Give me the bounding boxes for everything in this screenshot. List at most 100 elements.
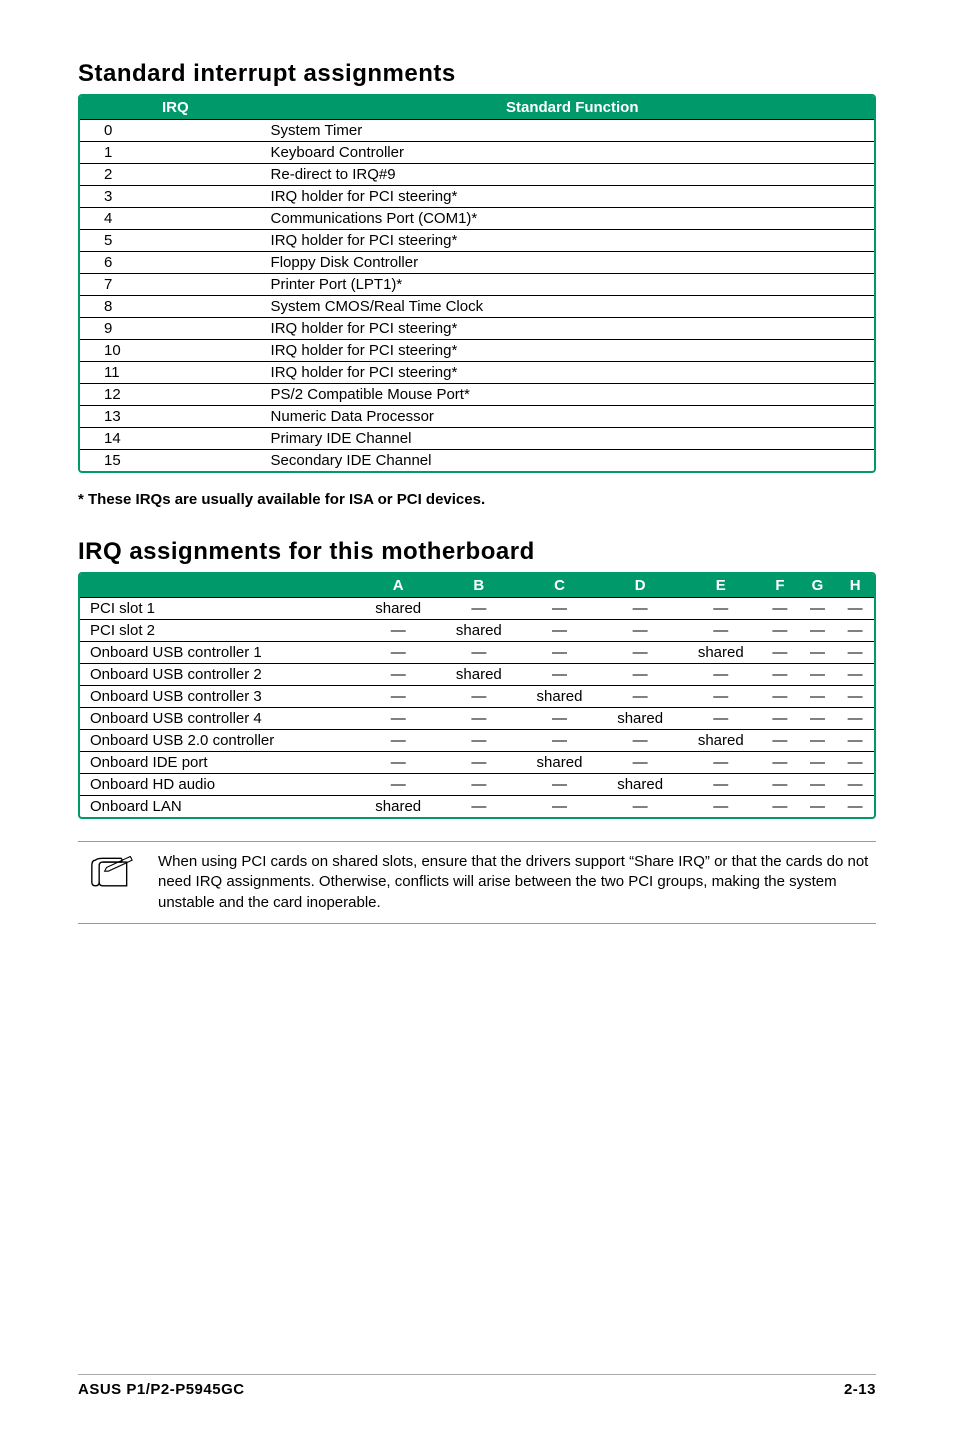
- cell-function: Secondary IDE Channel: [271, 450, 874, 472]
- table-standard-interrupt: IRQ Standard Function 0System Timer1Keyb…: [80, 96, 874, 471]
- table-row: 9IRQ holder for PCI steering*: [80, 318, 874, 340]
- cell-function: Numeric Data Processor: [271, 406, 874, 428]
- cell-value: —: [358, 752, 439, 774]
- cell-function: Floppy Disk Controller: [271, 252, 874, 274]
- th-col-g: G: [799, 574, 837, 598]
- table-row: Onboard USB 2.0 controller————shared———: [80, 730, 874, 752]
- table-row: 0System Timer: [80, 120, 874, 142]
- cell-value: —: [761, 774, 799, 796]
- cell-value: —: [439, 796, 520, 818]
- cell-value: —: [439, 708, 520, 730]
- cell-function: IRQ holder for PCI steering*: [271, 340, 874, 362]
- cell-value: —: [519, 796, 600, 818]
- cell-device-name: Onboard LAN: [80, 796, 358, 818]
- th-col-f: F: [761, 574, 799, 598]
- cell-value: —: [600, 752, 681, 774]
- cell-value: —: [439, 730, 520, 752]
- cell-value: —: [799, 620, 837, 642]
- cell-value: —: [836, 642, 874, 664]
- cell-value: —: [680, 664, 761, 686]
- cell-value: —: [799, 598, 837, 620]
- cell-value: —: [799, 642, 837, 664]
- cell-irq: 0: [80, 120, 271, 142]
- table-row: Onboard USB controller 4———shared————: [80, 708, 874, 730]
- cell-value: —: [761, 796, 799, 818]
- page-footer: ASUS P1/P2-P5945GC 2-13: [78, 1374, 876, 1398]
- th-col-d: D: [600, 574, 681, 598]
- cell-value: —: [600, 686, 681, 708]
- cell-irq: 5: [80, 230, 271, 252]
- cell-value: —: [358, 664, 439, 686]
- paper-pencil-icon: [90, 856, 134, 890]
- cell-value: —: [680, 796, 761, 818]
- table-row: 6Floppy Disk Controller: [80, 252, 874, 274]
- table-row: 10IRQ holder for PCI steering*: [80, 340, 874, 362]
- cell-value: —: [680, 620, 761, 642]
- th-standard-function: Standard Function: [271, 96, 874, 120]
- cell-value: shared: [439, 664, 520, 686]
- cell-value: shared: [519, 686, 600, 708]
- cell-function: IRQ holder for PCI steering*: [271, 318, 874, 340]
- cell-value: —: [680, 598, 761, 620]
- table-row: 7Printer Port (LPT1)*: [80, 274, 874, 296]
- cell-value: —: [799, 686, 837, 708]
- cell-function: Primary IDE Channel: [271, 428, 874, 450]
- footer-page-number: 2-13: [844, 1381, 876, 1398]
- cell-value: —: [439, 774, 520, 796]
- cell-value: —: [799, 752, 837, 774]
- cell-value: —: [358, 620, 439, 642]
- th-irq: IRQ: [80, 96, 271, 120]
- cell-irq: 9: [80, 318, 271, 340]
- cell-value: —: [680, 774, 761, 796]
- cell-value: —: [761, 620, 799, 642]
- cell-device-name: Onboard USB controller 2: [80, 664, 358, 686]
- cell-value: —: [519, 774, 600, 796]
- cell-value: —: [358, 686, 439, 708]
- table-row: 13Numeric Data Processor: [80, 406, 874, 428]
- th-device-name: [80, 574, 358, 598]
- table-irq-assignments: ABCDEFGH PCI slot 1shared———————PCI slot…: [80, 574, 874, 817]
- cell-value: —: [519, 598, 600, 620]
- cell-function: Communications Port (COM1)*: [271, 208, 874, 230]
- cell-value: —: [439, 686, 520, 708]
- cell-value: —: [519, 664, 600, 686]
- cell-function: Re-direct to IRQ#9: [271, 164, 874, 186]
- heading-irq-assignments: IRQ assignments for this motherboard: [78, 538, 876, 566]
- cell-irq: 7: [80, 274, 271, 296]
- th-col-c: C: [519, 574, 600, 598]
- cell-value: —: [519, 620, 600, 642]
- cell-value: —: [761, 730, 799, 752]
- cell-device-name: PCI slot 1: [80, 598, 358, 620]
- cell-value: —: [799, 730, 837, 752]
- table-row: PCI slot 2—shared——————: [80, 620, 874, 642]
- cell-value: —: [836, 730, 874, 752]
- table-row: Onboard HD audio———shared————: [80, 774, 874, 796]
- cell-function: IRQ holder for PCI steering*: [271, 186, 874, 208]
- note-callout: When using PCI cards on shared slots, en…: [78, 841, 876, 924]
- cell-device-name: Onboard USB 2.0 controller: [80, 730, 358, 752]
- cell-value: shared: [600, 708, 681, 730]
- cell-value: shared: [439, 620, 520, 642]
- cell-value: shared: [358, 598, 439, 620]
- cell-value: —: [600, 642, 681, 664]
- table-row: 12PS/2 Compatible Mouse Port*: [80, 384, 874, 406]
- cell-irq: 11: [80, 362, 271, 384]
- table-row: 8System CMOS/Real Time Clock: [80, 296, 874, 318]
- cell-value: shared: [680, 730, 761, 752]
- table-row: Onboard USB controller 3——shared—————: [80, 686, 874, 708]
- cell-irq: 8: [80, 296, 271, 318]
- cell-device-name: PCI slot 2: [80, 620, 358, 642]
- cell-value: shared: [600, 774, 681, 796]
- th-col-a: A: [358, 574, 439, 598]
- cell-device-name: Onboard IDE port: [80, 752, 358, 774]
- cell-value: —: [836, 774, 874, 796]
- cell-function: Keyboard Controller: [271, 142, 874, 164]
- cell-value: —: [761, 664, 799, 686]
- cell-value: —: [836, 620, 874, 642]
- cell-value: shared: [519, 752, 600, 774]
- table-row: 11IRQ holder for PCI steering*: [80, 362, 874, 384]
- cell-value: —: [600, 598, 681, 620]
- cell-function: IRQ holder for PCI steering*: [271, 230, 874, 252]
- cell-irq: 3: [80, 186, 271, 208]
- cell-value: —: [439, 752, 520, 774]
